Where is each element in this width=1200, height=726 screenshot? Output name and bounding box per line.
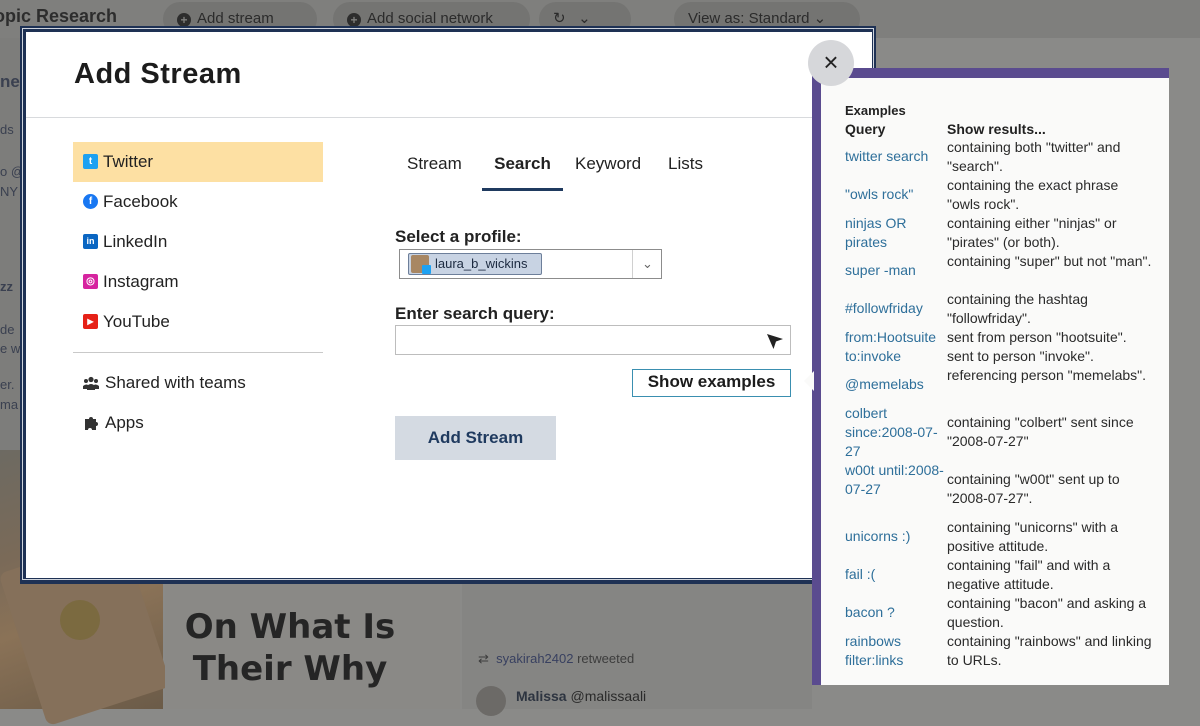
chevron-down-icon: ⌄: [578, 10, 591, 27]
example-query[interactable]: rainbows filter:links: [845, 632, 947, 670]
popover-arrow: [804, 371, 814, 391]
query-column-header: Query: [845, 121, 886, 137]
example-result: containing either "ninjas" or "pirates" …: [947, 215, 1117, 250]
example-result: containing "bacon" and asking a question…: [947, 595, 1147, 630]
chevron-down-icon[interactable]: ⌄: [632, 250, 662, 278]
tab-search[interactable]: Search: [482, 146, 563, 191]
text-snippet: e w: [0, 341, 21, 356]
tab-keyword[interactable]: Keyword: [575, 146, 641, 188]
example-result: containing "fail" and with a negative at…: [947, 557, 1111, 592]
example-result: sent from person "hootsuite".: [947, 329, 1127, 345]
plus-icon: +: [347, 13, 361, 27]
twitter-badge-icon: [422, 265, 431, 274]
shared-with-teams-item[interactable]: Shared with teams: [73, 365, 323, 401]
search-query-input[interactable]: [395, 325, 791, 355]
example-query[interactable]: #followfriday: [845, 299, 947, 318]
tweet-author[interactable]: Malissa @malissaali: [516, 688, 646, 704]
tab-lists[interactable]: Lists: [668, 146, 703, 188]
example-query[interactable]: to:invoke: [845, 347, 947, 366]
tab-stream[interactable]: Stream: [407, 146, 462, 188]
network-linkedin[interactable]: in LinkedIn: [73, 222, 323, 262]
network-instagram[interactable]: ◎ Instagram: [73, 262, 323, 302]
refresh-icon: ↻: [553, 10, 566, 27]
retweet-user-link[interactable]: syakirah2402: [496, 651, 573, 666]
example-result: sent to person "invoke".: [947, 348, 1094, 364]
teams-icon: [83, 376, 99, 390]
modal-header: Add Stream: [26, 32, 872, 118]
youtube-icon: ▶: [83, 314, 98, 329]
profile-select[interactable]: laura_b_wickins ⌄: [399, 249, 662, 279]
send-icon[interactable]: [766, 332, 784, 350]
chevron-down-icon: ⌄: [813, 10, 827, 27]
example-result: referencing person "memelabs".: [947, 367, 1147, 383]
example-query[interactable]: twitter search: [845, 147, 947, 166]
show-examples-button[interactable]: Show examples: [632, 369, 791, 397]
example-result: containing the hashtag "followfriday".: [947, 291, 1088, 326]
stream-column-left: [0, 38, 22, 458]
retweet-line: ⇄ syakirah2402 retweeted: [478, 651, 635, 666]
nav-divider: [73, 352, 323, 353]
example-result: containing "rainbows" and linking to URL…: [947, 633, 1152, 668]
modal-title: Add Stream: [74, 58, 242, 90]
example-query[interactable]: ninjas OR pirates: [845, 214, 947, 252]
example-result: containing "colbert" sent since "2008-07…: [947, 414, 1134, 449]
app-title: opic Research: [0, 6, 118, 26]
example-query[interactable]: from:Hootsuite: [845, 328, 947, 347]
example-query[interactable]: colbert since:2008-07-27: [845, 404, 947, 461]
text-snippet: zz: [0, 279, 13, 294]
text-snippet: de: [0, 322, 15, 337]
network-youtube[interactable]: ▶ YouTube: [73, 302, 323, 342]
results-column-header: Show results...: [947, 121, 1046, 137]
example-query[interactable]: bacon ?: [845, 603, 947, 622]
example-query[interactable]: @memelabs: [845, 375, 947, 394]
example-query[interactable]: fail :(: [845, 565, 947, 584]
text-snippet: NY: [0, 184, 19, 199]
network-facebook[interactable]: f Facebook: [73, 182, 323, 222]
apps-item[interactable]: Apps: [73, 405, 323, 441]
example-query[interactable]: w00t until:2008-07-27: [845, 461, 947, 499]
close-icon[interactable]: ×: [808, 40, 854, 86]
example-result: containing "w00t" sent up to "2008-07-27…: [947, 471, 1120, 506]
text-snippet: ds: [0, 122, 14, 137]
text-snippet: er.: [0, 377, 15, 392]
examples-heading: Examples: [845, 103, 906, 118]
example-query[interactable]: unicorns :): [845, 527, 947, 546]
plus-icon: +: [177, 13, 191, 27]
instagram-icon: ◎: [83, 274, 98, 289]
add-stream-modal: Add Stream t Twitter f Facebook in Linke…: [26, 32, 872, 578]
puzzle-icon: [85, 417, 98, 430]
example-result: containing "super" but not "man".: [947, 253, 1152, 269]
add-stream-button[interactable]: Add Stream: [395, 416, 556, 460]
example-result: containing "unicorns" with a positive at…: [947, 519, 1119, 554]
profile-chip[interactable]: laura_b_wickins: [408, 253, 542, 275]
retweet-icon: ⇄: [478, 651, 489, 666]
text-snippet: ma: [0, 397, 19, 412]
example-result: containing the exact phrase "owls rock".: [947, 177, 1119, 212]
avatar[interactable]: [476, 686, 506, 716]
linkedin-icon: in: [83, 234, 98, 249]
profile-label: Select a profile:: [395, 227, 522, 246]
facebook-icon: f: [83, 194, 98, 209]
example-query[interactable]: super -man: [845, 261, 947, 280]
poster-text: On What Is Their Why: [184, 607, 396, 689]
example-query[interactable]: "owls rock": [845, 185, 947, 204]
example-result: containing both "twitter" and "search".: [947, 139, 1121, 174]
twitter-icon: t: [83, 154, 98, 169]
column-heading-snippet: ne: [0, 72, 20, 91]
query-label: Enter search query:: [395, 304, 555, 323]
network-twitter[interactable]: t Twitter: [73, 142, 323, 182]
